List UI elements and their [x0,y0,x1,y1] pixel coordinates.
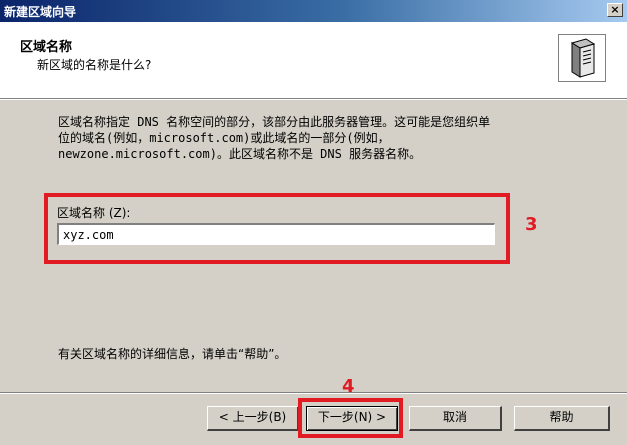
highlight-box-next [298,398,403,438]
window-title: 新建区域向导 [4,5,77,19]
page-title: 区域名称 [20,40,73,55]
description-text: 区域名称指定 DNS 名称空间的部分，该部分由此服务器管理。这可能是您组织单 位… [58,115,491,161]
button-divider [0,392,627,394]
page-subtitle: 新区域的名称是什么? [37,58,152,72]
back-button[interactable]: < 上一步(B) [207,406,299,431]
help-button[interactable]: 帮助 [514,406,610,431]
step-4-annotation: 4 [342,376,355,397]
cancel-button[interactable]: 取消 [409,406,502,431]
highlight-box-zone-name [44,193,510,264]
close-button[interactable]: × [607,3,623,17]
header-divider [0,98,627,100]
server-icon [558,34,606,82]
wizard-header: 区域名称 新区域的名称是什么? [0,22,627,98]
step-3-annotation: 3 [525,214,538,235]
title-bar: 新建区域向导 × [0,0,627,22]
help-info-text: 有关区域名称的详细信息，请单击“帮助”。 [58,347,287,361]
